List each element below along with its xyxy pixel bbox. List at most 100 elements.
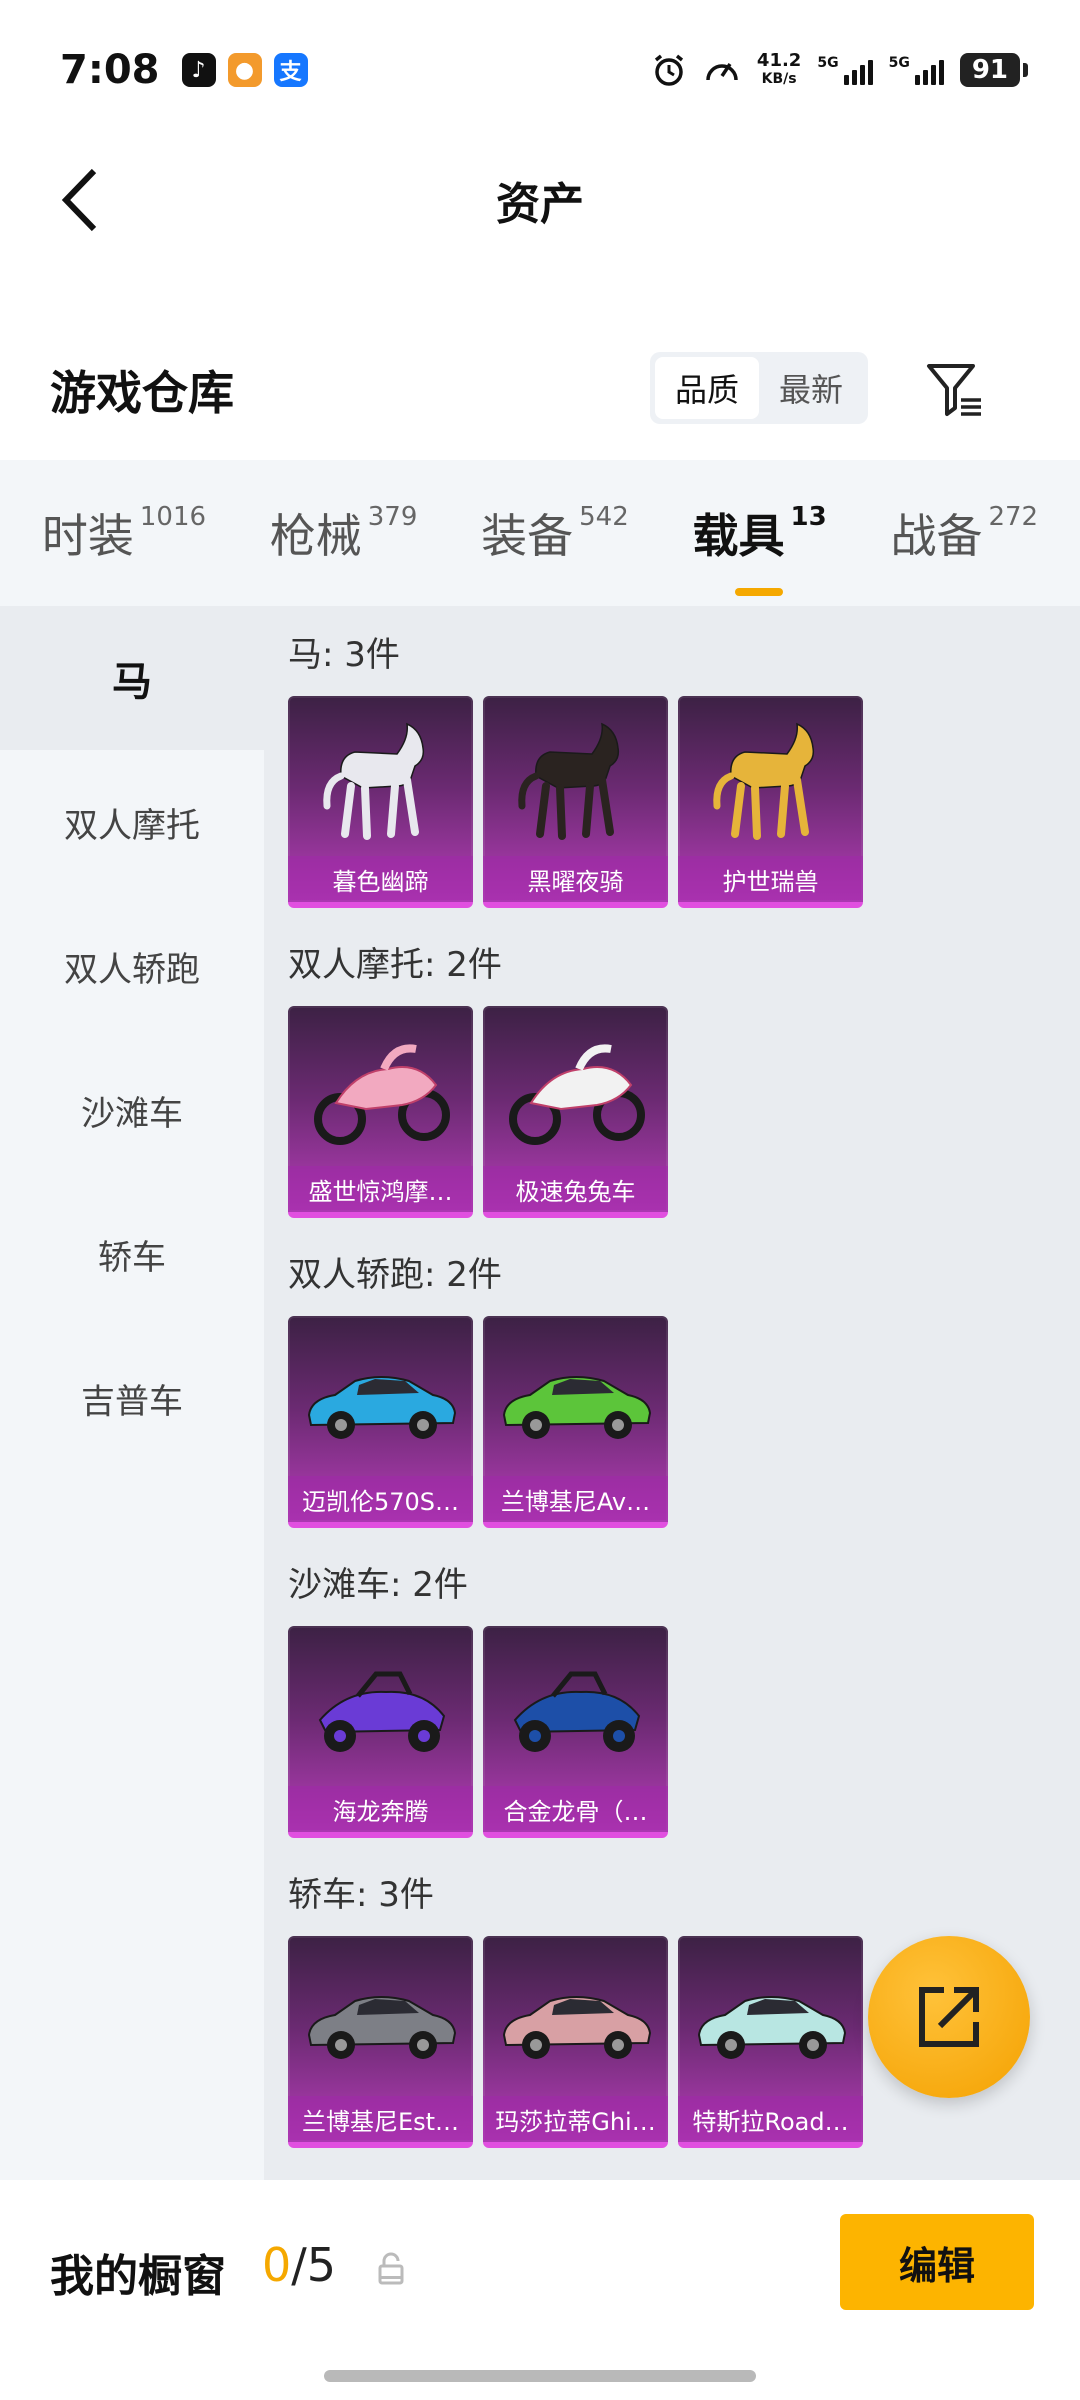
tab-category-4[interactable]: 战备 272: [890, 500, 1038, 566]
group-title: 双人摩托: 2件: [288, 944, 502, 985]
tab-label: 装备: [481, 509, 574, 563]
edit-button[interactable]: 编辑: [840, 2214, 1034, 2310]
asset-card-label: 暮色幽蹄: [288, 856, 473, 902]
tab-count: 379: [367, 502, 418, 532]
asset-card-label: 黑曜夜骑: [483, 856, 668, 902]
asset-card[interactable]: 护世瑞兽: [678, 696, 863, 908]
back-arrow-icon: [61, 168, 97, 232]
tab-count: 13: [790, 502, 827, 532]
subcategory-sidebar: 马双人摩托 双人轿跑 沙滩车 轿车 吉普车: [0, 606, 264, 2180]
group-title: 轿车: 3件: [288, 1874, 434, 1915]
asset-card[interactable]: 暮色幽蹄: [288, 696, 473, 908]
tab-label: 枪械: [269, 509, 362, 563]
sidebar-item-0[interactable]: 马: [0, 606, 264, 750]
moto-white-image: [483, 1016, 668, 1166]
tab-category-0[interactable]: 时装 1016: [42, 500, 206, 566]
tab-count: 272: [988, 502, 1039, 532]
buggy-blue-image: [483, 1636, 668, 1786]
tiktok-icon: ♪: [181, 53, 216, 87]
asset-card[interactable]: 迈凯伦570S…: [288, 1316, 473, 1528]
showcase-bar: 我的橱窗 0/5 编辑: [0, 2180, 1080, 2400]
app-badge-icon: ●: [227, 53, 262, 87]
status-app-icons: ♪ ● 支: [181, 53, 308, 87]
tab-category-3[interactable]: 载具 13: [692, 500, 827, 596]
asset-card[interactable]: 玛莎拉蒂Ghi…: [483, 1936, 668, 2148]
group-title: 沙滩车: 2件: [288, 1564, 468, 1605]
buggy-purple-image: [288, 1636, 473, 1786]
status-time: 7:08: [60, 47, 160, 93]
asset-card-label: 海龙奔腾: [288, 1786, 473, 1832]
tab-label: 载具: [692, 509, 785, 563]
signal-strength-sim1: 5G: [817, 55, 873, 85]
asset-group: 沙滩车: 2件 海龙奔腾 合金龙骨（…: [264, 1536, 1080, 1840]
sidebar-item-5[interactable]: 吉普车: [0, 1326, 264, 1470]
active-tab-indicator: [734, 588, 783, 596]
group-items: 盛世惊鸿摩… 极速兔兔车: [288, 1006, 1080, 1220]
sidebar-item-2[interactable]: 双人轿跑: [0, 894, 264, 1038]
showcase-label: 我的橱窗: [50, 2251, 226, 2302]
car-blue-image: [288, 1326, 473, 1476]
tab-category-2[interactable]: 装备 542: [481, 500, 629, 566]
sort-toggle: 品质 最新: [650, 352, 868, 424]
asset-card-label: 合金龙骨（…: [483, 1786, 668, 1832]
sidebar-item-1[interactable]: 双人摩托: [0, 750, 264, 894]
home-indicator[interactable]: [324, 2370, 756, 2382]
battery-indicator: 91: [959, 53, 1029, 87]
filter-icon: [927, 364, 981, 416]
car-mint-image: [678, 1946, 863, 2096]
car-rose-image: [483, 1946, 668, 2096]
share-button[interactable]: [868, 1936, 1030, 2098]
showcase-count: 0/5: [262, 2238, 336, 2292]
asset-card-label: 特斯拉Road…: [678, 2096, 863, 2142]
asset-card[interactable]: 兰博基尼Av…: [483, 1316, 668, 1528]
group-title: 马: 3件: [288, 634, 400, 675]
sidebar-item-4[interactable]: 轿车: [0, 1182, 264, 1326]
status-bar: 7:08 ♪ ● 支 41.2 KB/s 5G 5G 91: [0, 0, 1080, 140]
asset-group: 双人摩托: 2件 盛世惊鸿摩… 极速兔兔车: [264, 916, 1080, 1220]
asset-card[interactable]: 黑曜夜骑: [483, 696, 668, 908]
sort-newest-option[interactable]: 最新: [759, 357, 863, 419]
network-speed-value: 41.2: [756, 50, 802, 71]
showcase-total: /5: [291, 2238, 337, 2292]
group-items: 迈凯伦570S… 兰博基尼Av…: [288, 1316, 1080, 1530]
asset-card[interactable]: 极速兔兔车: [483, 1006, 668, 1218]
network-speed: 41.2 KB/s: [757, 52, 801, 88]
page-title: 资产: [496, 179, 584, 230]
asset-group: 双人轿跑: 2件 迈凯伦570S… 兰博基尼Av…: [264, 1226, 1080, 1530]
back-button[interactable]: [40, 160, 120, 240]
share-external-icon: [919, 1987, 979, 2047]
warehouse-header: 游戏仓库 品质 最新: [0, 340, 1080, 440]
speedometer-icon: [706, 63, 738, 81]
network-speed-unit: KB/s: [761, 71, 797, 87]
group-title: 双人轿跑: 2件: [288, 1254, 502, 1295]
asset-card[interactable]: 兰博基尼Est…: [288, 1936, 473, 2148]
sidebar-item-3[interactable]: 沙滩车: [0, 1038, 264, 1182]
horse-white-image: [288, 706, 473, 856]
asset-card[interactable]: 特斯拉Road…: [678, 1936, 863, 2148]
asset-group: 马: 3件 暮色幽蹄 黑曜夜骑 护世瑞兽: [264, 606, 1080, 910]
moto-pink-image: [288, 1016, 473, 1166]
sort-quality-option[interactable]: 品质: [655, 357, 759, 419]
asset-card-label: 玛莎拉蒂Ghi…: [483, 2096, 668, 2142]
horse-gold-image: [678, 706, 863, 856]
horse-black-image: [483, 706, 668, 856]
tab-label: 战备: [890, 509, 983, 563]
showcase-used-count: 0: [262, 2238, 292, 2292]
asset-card-label: 兰博基尼Av…: [483, 1476, 668, 1522]
asset-card[interactable]: 海龙奔腾: [288, 1626, 473, 1838]
tab-label: 时装: [41, 509, 134, 563]
asset-card[interactable]: 合金龙骨（…: [483, 1626, 668, 1838]
signal-strength-sim2: 5G: [889, 55, 944, 85]
asset-card[interactable]: 盛世惊鸿摩…: [288, 1006, 473, 1218]
alarm-icon: [654, 54, 684, 86]
tab-category-1[interactable]: 枪械 379: [270, 500, 418, 566]
asset-card-label: 迈凯伦570S…: [288, 1476, 473, 1522]
group-items: 海龙奔腾 合金龙骨（…: [288, 1626, 1080, 1840]
filter-button[interactable]: [920, 350, 990, 430]
status-indicators: 41.2 KB/s 5G 5G 91: [651, 52, 1029, 88]
alipay-icon: 支: [273, 53, 308, 87]
sim2-label: 5G: [888, 55, 910, 71]
group-items: 暮色幽蹄 黑曜夜骑 护世瑞兽: [288, 696, 1080, 910]
sim1-label: 5G: [817, 55, 839, 71]
app-header: 资产: [0, 140, 1080, 260]
